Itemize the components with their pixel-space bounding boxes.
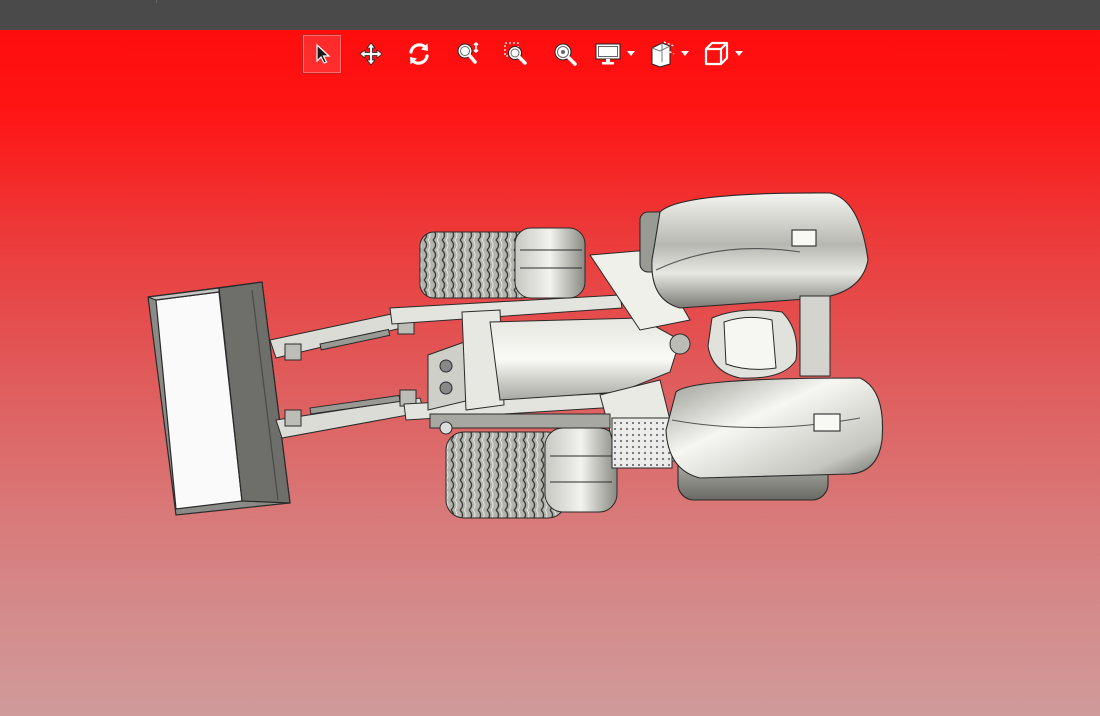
loader-bucket (147, 281, 291, 516)
operator-seat (669, 295, 831, 379)
wheel-loader-model[interactable] (0, 30, 1100, 716)
title-bar (0, 0, 1100, 31)
3d-viewport[interactable] (0, 30, 1100, 716)
rear-top-fender (639, 192, 869, 309)
front-bottom-wheel (445, 427, 618, 519)
title-bar-divider (156, 0, 157, 3)
rear-bottom-fender (665, 377, 884, 501)
front-top-wheel (419, 227, 586, 299)
